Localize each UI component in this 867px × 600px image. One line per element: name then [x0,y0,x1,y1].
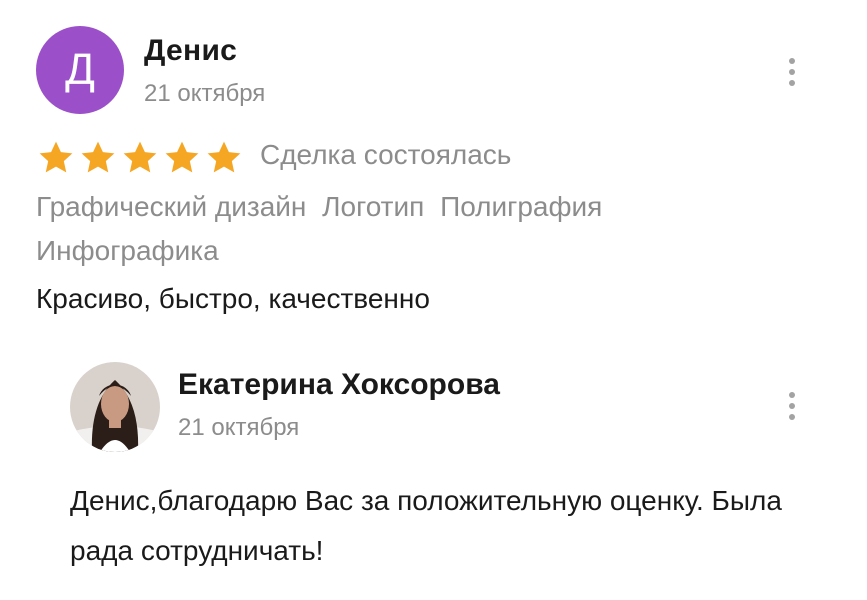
reply-author-name[interactable]: Екатерина Хоксорова [178,368,500,402]
avatar[interactable]: Д [36,26,124,114]
reply-date: 21 октября [178,414,300,441]
avatar-photo [70,362,160,452]
deal-status: Сделка состоялась [260,139,512,170]
review-tag[interactable]: Логотип [322,191,424,222]
star-icon [39,141,73,173]
star-icon [207,141,241,173]
star-icon [81,141,115,173]
review-author-name[interactable]: Денис [144,34,237,68]
reply-avatar[interactable] [70,362,160,452]
review-more-options-icon[interactable] [782,53,802,93]
review-tag[interactable]: Полиграфия [440,191,602,222]
reply-text: Денис,благодарю Вас за положительную оце… [70,485,782,566]
review-text: Красиво, быстро, качественно [36,283,430,314]
review-date: 21 октября [144,80,266,107]
star-icon [123,141,157,173]
reply-more-options-icon[interactable] [782,387,802,427]
rating-stars [36,138,246,178]
review-tag[interactable]: Графический дизайн [36,191,306,222]
star-icon [165,141,199,173]
review-tags: Графический дизайн Логотип Полиграфия Ин… [36,185,776,273]
review-card: Д Денис 21 октября Сделка состоялась Гра… [0,0,867,340]
review-tag[interactable]: Инфографика [36,235,219,266]
